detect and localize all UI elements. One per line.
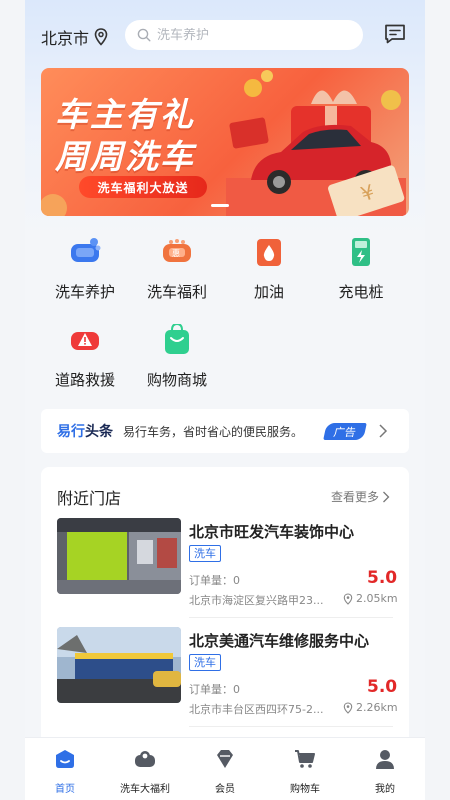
city-selector[interactable]: 北京市 bbox=[41, 25, 108, 49]
store-name: 北京市旺发汽车装饰中心 bbox=[189, 523, 355, 541]
entry-road-rescue[interactable]: 道路救援 bbox=[39, 316, 131, 390]
location-pin-icon bbox=[343, 701, 353, 714]
message-icon[interactable] bbox=[383, 22, 407, 46]
tab-home[interactable]: 首页 bbox=[25, 738, 105, 795]
warning-car-icon bbox=[71, 332, 99, 350]
charger-icon bbox=[352, 238, 370, 266]
tab-label: 首页 bbox=[55, 784, 75, 795]
coupon-car-icon: 惠 bbox=[163, 239, 191, 262]
banner-pagination bbox=[211, 204, 229, 207]
view-more-link[interactable]: 查看更多 bbox=[331, 488, 390, 505]
car-gift-icon bbox=[135, 751, 155, 767]
view-more-label: 查看更多 bbox=[331, 490, 380, 504]
store-item[interactable]: 北京美通汽车维修服务中心 洗车 订单量：0 5.0 北京市丰台区西四环75-2.… bbox=[57, 627, 398, 727]
store-distance: 2.26km bbox=[343, 701, 398, 714]
nearby-stores-card: 附近门店 查看更多 北京市旺发汽车装饰中心 洗车 订单量：0 5.0 北京市海淀… bbox=[41, 467, 409, 757]
tab-label: 洗车大福利 bbox=[120, 784, 170, 795]
entry-car-wash[interactable]: 洗车养护 bbox=[39, 228, 131, 302]
bottom-tab-bar: 首页 洗车大福利 会员 购物车 我的 bbox=[25, 737, 425, 800]
tab-cart[interactable]: 购物车 bbox=[265, 738, 345, 795]
user-icon bbox=[376, 750, 394, 769]
chevron-right-icon bbox=[383, 491, 390, 502]
search-bar[interactable] bbox=[125, 20, 363, 50]
entry-fuel[interactable]: 加油 bbox=[223, 228, 315, 302]
home-icon bbox=[56, 750, 74, 768]
divider bbox=[189, 617, 393, 618]
cart-icon bbox=[295, 750, 315, 768]
distance-value: 2.05km bbox=[356, 592, 398, 605]
banner-title-line2: 周周洗车 bbox=[55, 137, 195, 176]
svg-text:惠: 惠 bbox=[172, 248, 180, 258]
fuel-drop-icon bbox=[257, 239, 281, 266]
ad-badge: 广告 bbox=[323, 423, 367, 440]
headline-brand-a: 易行 bbox=[57, 424, 85, 440]
store-score: 5.0 bbox=[367, 677, 398, 697]
service-tag: 洗车 bbox=[189, 654, 221, 671]
tab-label: 我的 bbox=[375, 784, 395, 795]
diamond-icon bbox=[217, 750, 233, 768]
section-title: 附近门店 bbox=[57, 489, 122, 508]
banner-pill: 洗车福利大放送 bbox=[79, 176, 207, 198]
headline-brand: 易行头条 bbox=[57, 421, 113, 441]
order-count: 订单量：0 bbox=[189, 683, 240, 696]
entry-label: 充电桩 bbox=[338, 283, 384, 301]
tab-label: 会员 bbox=[215, 784, 235, 795]
tab-member[interactable]: 会员 bbox=[185, 738, 265, 795]
location-pin-icon bbox=[94, 28, 108, 46]
app-screen: 北京市 洗车养护 ¥ 车主有礼 周周洗车 洗车福利大放送 洗车养护 惠 洗车福利… bbox=[25, 0, 425, 800]
store-address: 北京市丰台区西四环75-2... bbox=[189, 703, 324, 716]
divider bbox=[189, 726, 393, 727]
store-score: 5.0 bbox=[367, 568, 398, 588]
top-bar: 北京市 bbox=[25, 18, 425, 54]
entry-label: 道路救援 bbox=[54, 371, 115, 389]
entry-wash-welfare[interactable]: 惠 洗车福利 bbox=[131, 228, 223, 302]
distance-value: 2.26km bbox=[356, 701, 398, 714]
search-icon bbox=[137, 28, 151, 42]
headline-bar[interactable]: 易行头条 易行车务，省时省心的便民服务。 广告 bbox=[41, 409, 409, 453]
tab-label: 购物车 bbox=[290, 784, 320, 795]
order-count: 订单量：0 bbox=[189, 574, 240, 587]
entry-label: 洗车福利 bbox=[146, 283, 207, 301]
headline-text: 易行车务，省时省心的便民服务。 bbox=[123, 424, 304, 439]
store-item[interactable]: 北京市旺发汽车装饰中心 洗车 订单量：0 5.0 北京市海淀区复兴路甲23...… bbox=[57, 518, 398, 618]
tab-mine[interactable]: 我的 bbox=[345, 738, 425, 795]
store-photo bbox=[57, 627, 181, 703]
chevron-right-icon bbox=[379, 424, 388, 438]
car-wash-icon bbox=[71, 238, 101, 262]
location-pin-icon bbox=[343, 592, 353, 605]
ad-label: 广告 bbox=[332, 425, 358, 439]
entry-charger[interactable]: 充电桩 bbox=[315, 228, 407, 302]
store-name: 北京美通汽车维修服务中心 bbox=[189, 632, 370, 650]
entry-label: 洗车养护 bbox=[54, 283, 115, 301]
store-distance: 2.05km bbox=[343, 592, 398, 605]
store-photo bbox=[57, 518, 181, 594]
banner-dot-active bbox=[211, 204, 229, 207]
shopping-bag-icon bbox=[165, 322, 189, 354]
store-address: 北京市海淀区复兴路甲23... bbox=[189, 594, 324, 607]
banner-title-line1: 车主有礼 bbox=[55, 95, 195, 134]
entry-shop-mall[interactable]: 购物商城 bbox=[131, 316, 223, 390]
city-name: 北京市 bbox=[41, 29, 90, 48]
headline-brand-b: 头条 bbox=[85, 424, 113, 440]
service-tag: 洗车 bbox=[189, 545, 221, 562]
search-input[interactable] bbox=[157, 27, 347, 43]
promo-banner[interactable]: ¥ 车主有礼 周周洗车 洗车福利大放送 bbox=[41, 68, 409, 216]
tab-wash-welfare[interactable]: 洗车大福利 bbox=[105, 738, 185, 795]
entry-label: 加油 bbox=[253, 283, 284, 301]
entry-label: 购物商城 bbox=[146, 371, 207, 389]
